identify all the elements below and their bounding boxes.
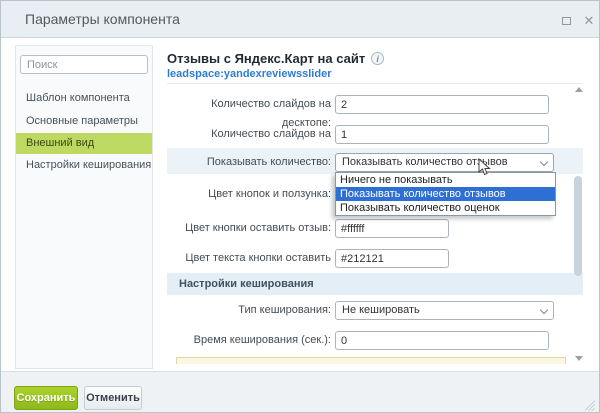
close-button[interactable]: ✕ [582, 14, 596, 28]
component-heading: Отзывы с Яндекс.Карт на сайт i [167, 51, 384, 66]
save-button[interactable]: Сохранить [14, 386, 78, 410]
review-btn-text-color-input[interactable] [335, 249, 449, 268]
label-slides-desktop: Количество слайдов на десктопе: [167, 95, 331, 114]
mouse-cursor-icon [478, 158, 492, 176]
dropdown-option-reviews[interactable]: Показывать количество отзывов [336, 187, 555, 201]
sidebar-item-appearance[interactable]: Внешний вид [16, 133, 152, 154]
component-heading-text: Отзывы с Яндекс.Карт на сайт [167, 51, 365, 66]
maximize-icon [562, 17, 571, 25]
sidebar-item-template[interactable]: Шаблон компонента [16, 88, 152, 109]
heading-divider [167, 83, 583, 84]
component-code-link[interactable]: leadspace:yandexreviewsslider [167, 68, 331, 80]
scroll-down-icon[interactable] [575, 356, 583, 361]
chevron-down-icon [540, 158, 548, 166]
dropdown-option-ratings[interactable]: Показывать количество оценок [336, 201, 555, 215]
dialog-titlebar[interactable]: Параметры компонента ✕ [1, 1, 599, 38]
label-review-btn-color: Цвет кнопки оставить отзыв: [167, 219, 331, 238]
label-show-count: Показывать количество: [167, 153, 331, 172]
maximize-button[interactable] [559, 14, 573, 28]
chevron-down-icon [540, 306, 548, 314]
note-box-clipped [176, 357, 566, 364]
cache-time-input[interactable] [335, 331, 549, 350]
scrollbar-thumb[interactable] [574, 176, 582, 276]
caching-section-header: Настройки кеширования [167, 273, 583, 295]
resize-grip[interactable] [584, 399, 596, 411]
cache-type-select[interactable]: Не кешировать [335, 301, 554, 320]
close-icon: ✕ [584, 13, 595, 28]
label-review-btn-text-color: Цвет текста кнопки оставить отзыв: [167, 249, 331, 268]
dialog-title: Параметры компонента [25, 11, 180, 27]
label-cache-time: Время кеширования (сек.): [167, 331, 331, 350]
search-input[interactable] [20, 55, 148, 74]
show-count-dropdown: Ничего не показывать Показывать количест… [335, 172, 556, 216]
label-cache-type: Тип кеширования: [167, 301, 331, 320]
scroll-up-icon[interactable] [575, 87, 583, 92]
label-slides-mobile: Количество слайдов на мобильном: [167, 125, 331, 144]
show-count-select[interactable]: Показывать количество отзывов [335, 153, 554, 172]
cancel-button[interactable]: Отменить [84, 386, 142, 410]
review-btn-color-input[interactable] [335, 219, 449, 238]
sidebar-item-main-params[interactable]: Основные параметры [16, 111, 152, 132]
sidebar-item-caching[interactable]: Настройки кеширования [16, 155, 152, 176]
cache-type-select-value: Не кешировать [342, 304, 420, 316]
settings-sidebar: Шаблон компонента Основные параметры Вне… [15, 45, 153, 369]
dropdown-option-none[interactable]: Ничего не показывать [336, 173, 555, 187]
slides-desktop-input[interactable] [335, 95, 549, 114]
dialog-footer: Сохранить Отменить [1, 371, 599, 413]
component-parameters-dialog: Параметры компонента ✕ Шаблон компонента… [0, 0, 600, 413]
label-buttons-color: Цвет кнопок и ползунка: [167, 185, 331, 204]
slides-mobile-input[interactable] [335, 125, 549, 144]
info-icon[interactable]: i [371, 52, 384, 65]
